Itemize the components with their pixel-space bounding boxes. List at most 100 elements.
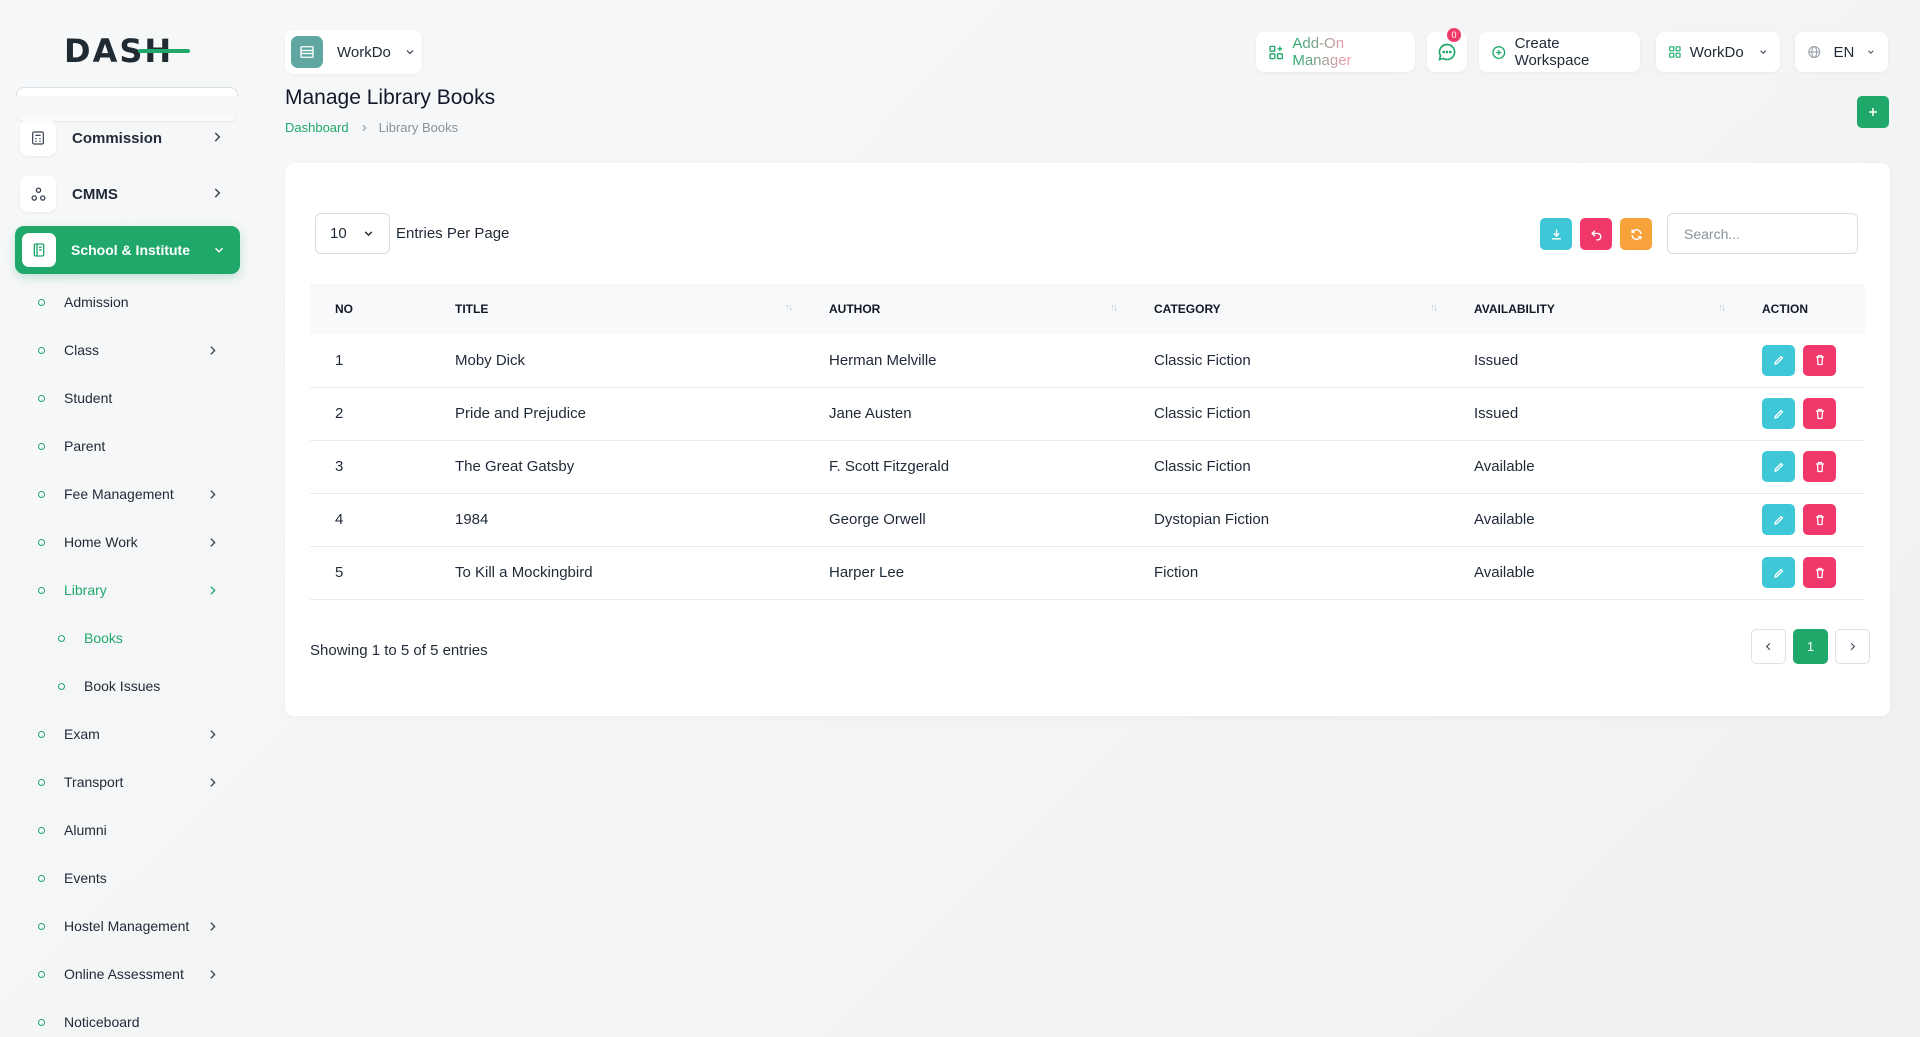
cell-no: 1: [335, 351, 344, 369]
breadcrumb-home-link[interactable]: Dashboard: [285, 120, 349, 135]
pagination-prev[interactable]: [1751, 629, 1786, 664]
sort-icon: ↑↓: [1430, 302, 1438, 312]
addon-manager-button[interactable]: Add-On Manager: [1256, 32, 1415, 72]
column-header-action: ACTION: [1762, 302, 1808, 316]
pagination-next[interactable]: [1835, 629, 1870, 664]
column-header-availability[interactable]: AVAILABILITY ↑↓: [1449, 284, 1737, 334]
delete-button[interactable]: [1803, 451, 1836, 482]
add-book-button[interactable]: [1857, 96, 1889, 128]
cell-author: F. Scott Fitzgerald: [829, 458, 950, 475]
delete-button[interactable]: [1803, 504, 1836, 535]
sidebar-item-label: Transport: [64, 774, 124, 790]
language-selector[interactable]: EN: [1795, 32, 1888, 72]
table-search-input[interactable]: [1667, 213, 1858, 254]
create-workspace-button[interactable]: Create Workspace: [1479, 32, 1640, 72]
sidebar-item-parent[interactable]: Parent: [38, 431, 233, 461]
breadcrumb: Dashboard Library Books: [285, 120, 458, 135]
workspace-avatar: [291, 36, 323, 68]
sidebar-item-alumni[interactable]: Alumni: [38, 815, 233, 845]
refresh-icon: [1630, 228, 1642, 240]
sidebar-item-noticeboard[interactable]: Noticeboard: [38, 1007, 233, 1037]
sidebar-item-label: Parent: [64, 438, 106, 454]
delete-button[interactable]: [1803, 557, 1836, 588]
cell-no: 4: [335, 511, 344, 528]
workspace-menu-label: WorkDo: [1689, 43, 1744, 61]
sidebar-item-transport[interactable]: Transport: [38, 767, 233, 797]
addon-manager-label: Add-On Manager: [1292, 35, 1403, 69]
bullet-icon: [38, 490, 45, 498]
chevron-right-icon: [214, 188, 221, 198]
cell-author: Harper Lee: [829, 564, 905, 581]
sidebar-item-home-work[interactable]: Home Work: [38, 527, 233, 557]
chevron-right-icon: [210, 922, 216, 931]
cell-availability: Available: [1474, 564, 1535, 581]
reload-button[interactable]: [1620, 218, 1652, 250]
sidebar-item-cmms[interactable]: CMMS: [16, 172, 240, 216]
sidebar-item-label: Library: [64, 582, 107, 598]
cell-action: [1737, 334, 1865, 387]
chevron-down-icon: [1868, 50, 1874, 54]
workspace-select-label: WorkDo: [337, 43, 391, 61]
workspace-select[interactable]: WorkDo: [285, 30, 422, 74]
sidebar-item-label: Events: [64, 870, 107, 886]
sidebar-item-events[interactable]: Events: [38, 863, 233, 893]
edit-button[interactable]: [1762, 451, 1795, 482]
column-header-title[interactable]: TITLE ↑↓: [430, 284, 804, 334]
workspace-menu-button[interactable]: WorkDo: [1656, 32, 1780, 72]
sidebar-item-admission[interactable]: Admission: [38, 287, 233, 317]
bullet-icon: [38, 298, 45, 306]
cell-author: Jane Austen: [829, 405, 912, 422]
entries-per-page: 10 Entries Per Page: [315, 213, 509, 254]
chevron-down-icon: [406, 50, 414, 55]
cell-author: Herman Melville: [829, 351, 937, 369]
delete-button[interactable]: [1803, 344, 1836, 376]
cell-category: Fiction: [1154, 564, 1199, 581]
cell-category: Dystopian Fiction: [1154, 511, 1270, 528]
bullet-icon: [38, 730, 45, 738]
sidebar-item-exam[interactable]: Exam: [38, 719, 233, 749]
sidebar-item-student[interactable]: Student: [38, 383, 233, 413]
edit-button[interactable]: [1762, 557, 1795, 588]
pagination-page[interactable]: 1: [1793, 629, 1828, 664]
sidebar-item-label: Exam: [64, 726, 100, 742]
sidebar-item-class[interactable]: Class: [38, 335, 233, 365]
bullet-icon: [38, 778, 45, 786]
sidebar-scroll-fade: [0, 96, 256, 126]
cell-title: To Kill a Mockingbird: [455, 564, 593, 581]
cell-action: [1737, 546, 1865, 599]
sidebar-item-label: Commission: [72, 129, 163, 147]
sidebar-item-label: CMMS: [72, 185, 118, 203]
column-header-author-label: AUTHOR: [829, 302, 881, 316]
cell-no: 5: [335, 564, 344, 581]
sidebar-item-book-issues[interactable]: Book Issues: [58, 671, 253, 701]
bullet-icon: [38, 394, 45, 402]
cell-title: The Great Gatsby: [455, 458, 575, 475]
edit-button[interactable]: [1762, 398, 1795, 429]
sidebar-item-fee-management[interactable]: Fee Management: [38, 479, 233, 509]
pencil-icon: [1773, 355, 1783, 366]
column-header-no[interactable]: NO: [310, 284, 430, 334]
export-button[interactable]: [1540, 218, 1572, 250]
sidebar-item-library[interactable]: Library: [38, 575, 233, 605]
chevron-right-icon: [210, 346, 216, 355]
edit-button[interactable]: [1762, 504, 1795, 535]
sidebar-item-hostel-management[interactable]: Hostel Management: [38, 911, 233, 941]
notification-badge: 0: [1447, 28, 1461, 42]
delete-button[interactable]: [1803, 398, 1836, 429]
column-header-category[interactable]: CATEGORY ↑↓: [1129, 284, 1449, 334]
dash-logo[interactable]: DASH: [64, 34, 190, 68]
chevron-right-icon: [210, 730, 216, 739]
sidebar: DASH Commission CMMS School & Institute …: [0, 0, 256, 1037]
sidebar-item-school-institute[interactable]: School & Institute: [15, 226, 240, 274]
sidebar-item-books[interactable]: Books: [58, 623, 253, 653]
chevron-right-icon: [210, 538, 216, 547]
column-header-author[interactable]: AUTHOR ↑↓: [804, 284, 1129, 334]
chevron-right-icon: [210, 586, 216, 595]
messages-button[interactable]: 0: [1427, 28, 1467, 72]
sidebar-item-online-assessment[interactable]: Online Assessment: [38, 959, 233, 989]
edit-button[interactable]: [1762, 344, 1795, 376]
reset-button[interactable]: [1580, 218, 1612, 250]
chevron-down-icon: [364, 231, 373, 237]
per-page-select[interactable]: 10: [315, 213, 390, 254]
table-row: 3 The Great Gatsby F. Scott Fitzgerald C…: [310, 440, 1865, 493]
